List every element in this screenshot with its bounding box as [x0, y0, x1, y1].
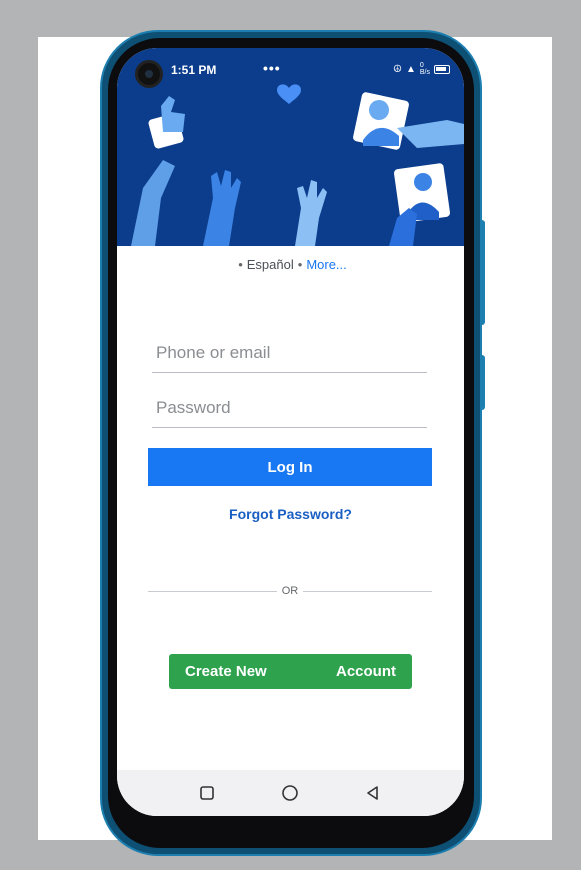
language-espanol-link[interactable]: Español: [247, 257, 294, 272]
create-account-label-left: Create New: [185, 663, 267, 680]
hero-illustration: 1:51 PM ••• ☮ ▲ 0 B/s: [117, 48, 464, 246]
circle-icon[interactable]: [279, 782, 301, 804]
status-bar: 1:51 PM ••• ☮ ▲ 0 B/s: [117, 48, 464, 92]
status-dots: •••: [263, 60, 281, 76]
create-account-button[interactable]: Create New Account: [169, 654, 412, 689]
android-nav-bar: [117, 770, 464, 816]
front-camera: [135, 60, 163, 88]
network-speed: 0 B/s: [419, 62, 430, 76]
forgot-password-link[interactable]: Forgot Password?: [117, 506, 464, 522]
power-button: [480, 355, 485, 410]
or-divider: OR: [148, 584, 432, 600]
separator: •: [297, 257, 303, 272]
square-icon[interactable]: [196, 782, 218, 804]
password-input[interactable]: [152, 388, 427, 428]
headphone-icon: ☮: [393, 63, 402, 75]
phone-screen: 1:51 PM ••• ☮ ▲ 0 B/s •Español•More... L…: [117, 48, 464, 816]
create-account-label-right: Account: [336, 663, 396, 680]
more-languages-link[interactable]: More...: [306, 257, 346, 272]
phone-email-input[interactable]: [152, 333, 427, 373]
status-time: 1:51 PM: [171, 63, 217, 77]
volume-button: [480, 220, 485, 325]
login-button[interactable]: Log In: [148, 448, 432, 486]
signal-icon: ▲: [405, 63, 416, 75]
status-icons: ☮ ▲ 0 B/s: [393, 62, 450, 76]
language-bar: • Español • More...: [117, 257, 464, 272]
back-triangle-icon[interactable]: [362, 782, 384, 804]
separator: •: [238, 257, 243, 272]
battery-icon: [434, 64, 450, 74]
